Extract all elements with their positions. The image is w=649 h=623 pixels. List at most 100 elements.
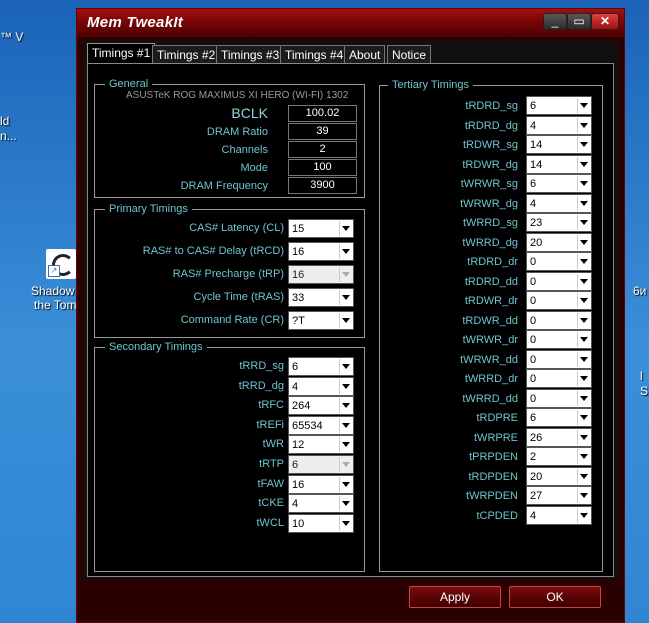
trdwr-dr-select[interactable]: 0 xyxy=(526,291,592,310)
chevron-down-icon[interactable] xyxy=(339,313,352,328)
chevron-down-icon[interactable] xyxy=(577,195,590,211)
chevron-down-icon[interactable] xyxy=(577,98,590,113)
chevron-down-icon[interactable] xyxy=(339,290,352,305)
twrwr-dd-label: tWRWR_dd xyxy=(460,353,518,366)
trrd-sg-select[interactable]: 6 xyxy=(288,357,354,376)
maximize-button[interactable]: ▭ xyxy=(567,13,591,30)
chevron-down-icon[interactable] xyxy=(577,488,590,503)
trdpden-value: 20 xyxy=(530,470,543,483)
chevron-down-icon[interactable] xyxy=(339,398,352,414)
twrrd-sg-select[interactable]: 23 xyxy=(526,213,592,232)
trdrd-dr-select[interactable]: 0 xyxy=(526,252,592,271)
tcpded-label: tCPDED xyxy=(476,509,518,522)
twrrd-dg-value: 20 xyxy=(530,236,543,249)
trdwr-dd-select[interactable]: 0 xyxy=(526,310,592,330)
chevron-down-icon[interactable] xyxy=(577,117,590,133)
tcpded-select[interactable]: 4 xyxy=(526,505,592,525)
command-rate-cr-select[interactable]: ?T xyxy=(288,311,354,330)
tab-timings-1[interactable]: Timings #1 xyxy=(87,43,156,65)
shadow-tomb-raider-shortcut-icon[interactable]: ↗ xyxy=(46,249,76,279)
trdrd-dr-label: tRDRD_dr xyxy=(467,256,518,268)
chevron-down-icon[interactable] xyxy=(577,273,590,289)
chevron-down-icon[interactable] xyxy=(577,390,590,406)
chevron-down-icon[interactable] xyxy=(339,437,352,453)
chevron-down-icon[interactable] xyxy=(339,378,352,394)
chevron-down-icon[interactable] xyxy=(577,312,590,328)
chevron-down-icon[interactable] xyxy=(577,351,590,367)
chevron-down-icon[interactable] xyxy=(577,215,590,230)
tab-about[interactable]: About xyxy=(344,45,386,63)
twrwr-sg-select[interactable]: 6 xyxy=(526,174,592,193)
trrd-dg-select[interactable]: 4 xyxy=(288,376,354,396)
dram-ratio-value: 39 xyxy=(288,123,357,140)
tfaw-select[interactable]: 16 xyxy=(288,474,354,494)
twrwr-dg-label: tWRWR_dg xyxy=(460,197,518,210)
twrwr-dd-select[interactable]: 0 xyxy=(526,349,592,369)
trdpden-select[interactable]: 20 xyxy=(526,466,592,486)
ras-to-cas-delay-trcd-select[interactable]: 16 xyxy=(288,242,354,261)
ras-precharge-trp-select[interactable]: 16 xyxy=(288,265,354,284)
trdwr-sg-select[interactable]: 14 xyxy=(526,135,592,154)
tprpden-select[interactable]: 2 xyxy=(526,447,592,466)
twrwr-dr-value: 0 xyxy=(530,334,537,346)
desktop-shortcut-label[interactable]: the Tom xyxy=(34,298,76,312)
chevron-down-icon[interactable] xyxy=(577,254,590,269)
trdwr-dg-select[interactable]: 14 xyxy=(526,154,592,174)
chevron-down-icon[interactable] xyxy=(577,176,590,191)
trdpre-select[interactable]: 6 xyxy=(526,408,592,427)
cycle-time-tras-select[interactable]: 33 xyxy=(288,288,354,307)
twcl-select[interactable]: 10 xyxy=(288,513,354,533)
chevron-down-icon[interactable] xyxy=(339,496,352,512)
twrpre-select[interactable]: 26 xyxy=(526,427,592,447)
cas-latency-cl-select[interactable]: 15 xyxy=(288,219,354,238)
chevron-down-icon[interactable] xyxy=(577,449,590,464)
tab-notice[interactable]: Notice xyxy=(387,45,432,63)
twr-select[interactable]: 12 xyxy=(288,435,354,455)
chevron-down-icon[interactable] xyxy=(339,359,352,374)
chevron-down-icon[interactable] xyxy=(339,244,352,259)
chevron-down-icon[interactable] xyxy=(339,515,352,531)
twrrd-dr-select[interactable]: 0 xyxy=(526,369,592,388)
chevron-down-icon[interactable] xyxy=(577,234,590,250)
tcke-select[interactable]: 4 xyxy=(288,494,354,514)
cycle-time-tras-value: 33 xyxy=(292,292,305,304)
chevron-down-icon[interactable] xyxy=(577,410,590,425)
chevron-down-icon[interactable] xyxy=(339,221,352,236)
board-name: ASUSTeK ROG MAXIMUS XI HERO (WI-FI) 1302 xyxy=(126,90,349,101)
chevron-down-icon[interactable] xyxy=(577,507,590,523)
trdwr-dg-value: 14 xyxy=(530,158,543,171)
twrpden-select[interactable]: 27 xyxy=(526,486,592,505)
tab-timings-3[interactable]: Timings #3 xyxy=(216,45,285,63)
chevron-down-icon[interactable] xyxy=(577,137,590,152)
close-button[interactable]: ✕ xyxy=(591,13,619,30)
chevron-down-icon[interactable] xyxy=(577,156,590,172)
twrrd-dg-select[interactable]: 20 xyxy=(526,232,592,252)
chevron-down-icon[interactable] xyxy=(577,371,590,386)
title-bar[interactable]: Mem TweakIt _ ▭ ✕ xyxy=(77,9,624,37)
trtp-select[interactable]: 6 xyxy=(288,455,354,474)
twrwr-dg-select[interactable]: 4 xyxy=(526,193,592,213)
trdrd-sg-select[interactable]: 6 xyxy=(526,96,592,115)
desktop-shortcut-label[interactable]: Shadow xyxy=(31,284,74,298)
trfc-select[interactable]: 264 xyxy=(288,396,354,416)
minimize-button[interactable]: _ xyxy=(543,13,567,30)
chevron-down-icon[interactable] xyxy=(577,468,590,484)
group-title: Tertiary Timings xyxy=(388,78,474,92)
twrwr-dr-select[interactable]: 0 xyxy=(526,330,592,349)
trdrd-dd-value: 0 xyxy=(530,275,537,288)
apply-button[interactable]: Apply xyxy=(409,586,501,608)
chevron-down-icon[interactable] xyxy=(339,417,352,433)
trdrd-dg-select[interactable]: 4 xyxy=(526,115,592,135)
twrrd-dd-select[interactable]: 0 xyxy=(526,388,592,408)
chevron-down-icon[interactable] xyxy=(577,429,590,445)
chevron-down-icon[interactable] xyxy=(339,457,352,472)
chevron-down-icon[interactable] xyxy=(577,332,590,347)
tab-timings-4[interactable]: Timings #4 xyxy=(280,45,349,63)
chevron-down-icon[interactable] xyxy=(339,476,352,492)
trefi-select[interactable]: 65534 xyxy=(288,415,354,435)
chevron-down-icon[interactable] xyxy=(577,293,590,308)
ok-button[interactable]: OK xyxy=(509,586,601,608)
tab-timings-2[interactable]: Timings #2 xyxy=(152,45,221,63)
trdrd-dd-select[interactable]: 0 xyxy=(526,271,592,291)
chevron-down-icon[interactable] xyxy=(339,267,352,282)
